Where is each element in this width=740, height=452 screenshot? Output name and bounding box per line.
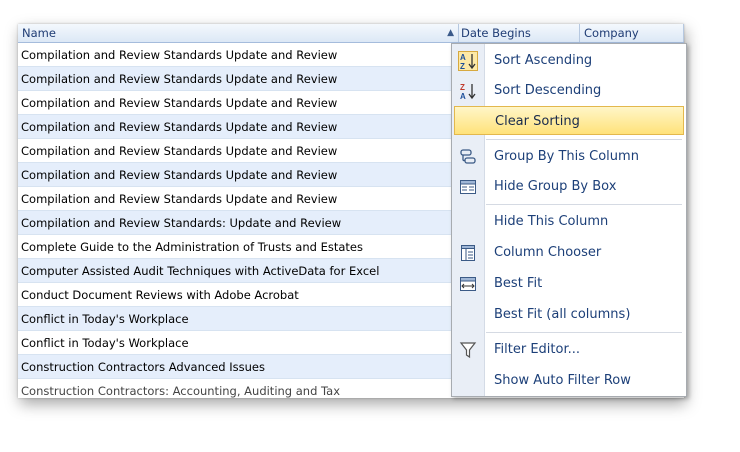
table-row[interactable]: Computer Assisted Audit Techniques with … — [18, 259, 459, 283]
column-header-company-label: Company — [584, 26, 639, 40]
table-row[interactable]: Compilation and Review Standards Update … — [18, 115, 459, 139]
best-fit-icon — [458, 274, 478, 294]
menu-item-label: Sort Ascending — [494, 53, 593, 68]
menu-separator — [486, 332, 682, 333]
group-box-icon — [458, 177, 478, 197]
group-by-icon — [458, 147, 478, 167]
svg-text:A: A — [460, 53, 466, 62]
table-row[interactable]: Compilation and Review Standards Update … — [18, 187, 459, 211]
menu-item-label: Group By This Column — [494, 149, 639, 164]
svg-text:Z: Z — [460, 62, 465, 71]
menu-separator — [486, 139, 682, 140]
table-row[interactable]: Complete Guide to the Administration of … — [18, 235, 459, 259]
sort-ascending-indicator-icon: ▲ — [447, 28, 454, 38]
column-context-menu: A Z Sort Ascending Z A Sort Descending C… — [451, 43, 687, 397]
menu-item-sort-descending[interactable]: Z A Sort Descending — [452, 76, 686, 105]
sort-descending-icon: Z A — [458, 81, 478, 101]
svg-text:A: A — [460, 92, 466, 101]
table-row[interactable]: Compilation and Review Standards Update … — [18, 139, 459, 163]
table-row[interactable]: Conduct Document Reviews with Adobe Acro… — [18, 283, 459, 307]
table-row[interactable]: Compilation and Review Standards Update … — [18, 67, 459, 91]
table-row[interactable]: Compilation and Review Standards Update … — [18, 43, 459, 67]
table-row[interactable]: Compilation and Review Standards Update … — [18, 91, 459, 115]
column-header-company[interactable]: Company — [580, 24, 684, 42]
menu-item-label: Best Fit (all columns) — [494, 307, 631, 322]
menu-item-filter-editor[interactable]: Filter Editor... — [452, 335, 686, 364]
column-header-date-begins[interactable]: Date Begins — [459, 24, 580, 42]
menu-separator — [486, 204, 682, 205]
table-row[interactable]: Construction Contractors Advanced Issues — [18, 355, 459, 379]
column-header-name-label: Name — [22, 26, 56, 40]
menu-item-label: Clear Sorting — [495, 114, 580, 129]
table-row[interactable]: Construction Contractors: Accounting, Au… — [18, 379, 459, 398]
table-row[interactable]: Conflict in Today's Workplace — [18, 331, 459, 355]
column-header-name[interactable]: Name ▲ — [18, 24, 459, 42]
svg-text:Z: Z — [460, 83, 465, 92]
menu-item-clear-sorting[interactable]: Clear Sorting — [454, 106, 684, 135]
menu-item-label: Show Auto Filter Row — [494, 373, 631, 388]
menu-item-label: Hide This Column — [494, 214, 609, 229]
menu-item-column-chooser[interactable]: Column Chooser — [452, 238, 686, 267]
menu-item-label: Best Fit — [494, 276, 543, 291]
sort-ascending-icon: A Z — [458, 51, 478, 71]
table-row[interactable]: Compilation and Review Standards: Update… — [18, 211, 459, 235]
menu-item-hide-this-column[interactable]: Hide This Column — [452, 207, 686, 236]
grid-rows: Compilation and Review Standards Update … — [18, 43, 459, 398]
menu-item-label: Hide Group By Box — [494, 179, 617, 194]
column-header-date-label: Date Begins — [461, 26, 531, 40]
grid-header: Name ▲ Date Begins Company — [18, 24, 684, 43]
menu-item-best-fit-all-columns[interactable]: Best Fit (all columns) — [452, 300, 686, 329]
column-chooser-icon — [458, 243, 478, 263]
menu-item-label: Filter Editor... — [494, 342, 581, 357]
menu-item-show-auto-filter-row[interactable]: Show Auto Filter Row — [452, 366, 686, 395]
filter-icon — [458, 340, 478, 360]
menu-item-best-fit[interactable]: Best Fit — [452, 269, 686, 298]
table-row[interactable]: Compilation and Review Standards Update … — [18, 163, 459, 187]
menu-item-hide-group-by-box[interactable]: Hide Group By Box — [452, 172, 686, 201]
table-row[interactable]: Conflict in Today's Workplace — [18, 307, 459, 331]
menu-item-label: Sort Descending — [494, 83, 602, 98]
menu-item-label: Column Chooser — [494, 245, 602, 260]
menu-item-group-by-column[interactable]: Group By This Column — [452, 142, 686, 171]
menu-item-sort-ascending[interactable]: A Z Sort Ascending — [452, 46, 686, 75]
